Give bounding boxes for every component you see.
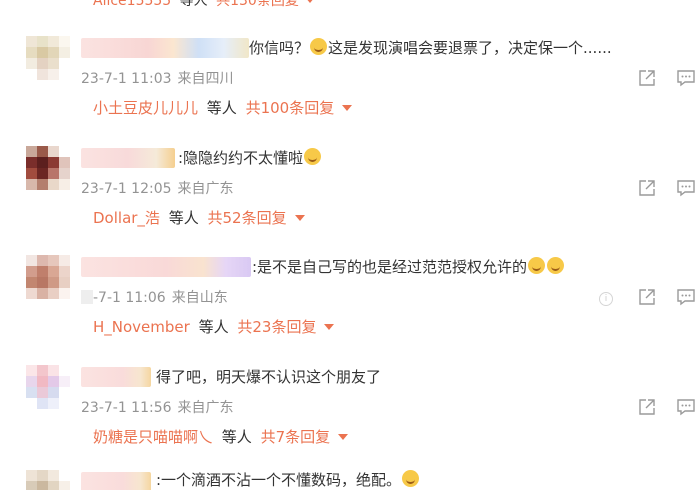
reply-summary[interactable]: 小土豆皮儿儿儿 等人 共100条回复 — [93, 97, 353, 119]
share-icon[interactable] — [637, 397, 657, 417]
username-blurred[interactable] — [81, 148, 175, 168]
comment-text-main: 这是发现演唱会要退票了，决定保一个...... — [328, 39, 612, 57]
avatar[interactable] — [26, 36, 70, 80]
comment-text: :一个滴酒不沾一个不懂数码，绝配。 — [156, 468, 420, 490]
comment-icon[interactable] — [676, 68, 696, 88]
comment-meta: 23-7-1 11:03 来自四川 — [81, 68, 234, 88]
comment-location: 来自广东 — [177, 400, 234, 416]
reply-suffix: 等人 — [168, 209, 199, 227]
comment-date: 23-7-1 11:56 — [81, 400, 172, 416]
username-blurred[interactable] — [81, 38, 249, 58]
chevron-down-icon[interactable] — [324, 324, 335, 330]
comment-icon[interactable] — [676, 178, 696, 198]
smile-emoji-icon — [310, 38, 328, 55]
smile-emoji-icon — [402, 470, 420, 487]
reply-suffix: 等人 — [198, 318, 229, 336]
chevron-down-icon[interactable] — [294, 215, 305, 221]
chevron-down-icon[interactable] — [342, 105, 353, 111]
reply-count-link[interactable]: 共23条回复 — [237, 318, 316, 336]
comment-meta: -7-1 11:06 来自山东 — [81, 287, 228, 307]
smile-emoji-icon — [547, 257, 565, 274]
chevron-down-icon[interactable] — [304, 0, 315, 3]
chevron-down-icon[interactable] — [338, 434, 349, 440]
date-blur — [81, 290, 93, 304]
comment-text-main: :一个滴酒不沾一个不懂数码，绝配。 — [156, 471, 402, 489]
reply-summary[interactable]: 奶糖是只喵喵啊乀 等人 共7条回复 — [93, 426, 349, 448]
comment-item: :是不是自己写的也是经过范范授权允许的 -7-1 11:06 来自山东 i H_N… — [0, 249, 700, 359]
comment-location: 来自四川 — [177, 71, 234, 87]
avatar[interactable] — [26, 255, 70, 299]
avatar[interactable] — [26, 470, 70, 490]
comment-text-prefix: 你信吗？ — [249, 39, 310, 57]
reply-suffix: 等人 — [206, 99, 237, 117]
username-blurred[interactable] — [81, 472, 151, 490]
comment-meta: 23-7-1 11:56 来自广东 — [81, 397, 234, 417]
reply-count-link[interactable]: 共100条回复 — [246, 99, 335, 117]
reply-user-link[interactable]: Alice15555 — [93, 0, 171, 9]
smile-emoji-icon — [304, 148, 322, 165]
comment-list: Alice15555 等人 共130条回复 你信吗？ 这是发现演唱会要退票了，决定… — [0, 0, 700, 490]
comment-item: :一个滴酒不沾一个不懂数码，绝配。 — [0, 466, 700, 490]
comment-text: 你信吗？ 这是发现演唱会要退票了，决定保一个...... — [249, 36, 612, 60]
comment-text: 得了吧，明天爆不认识这个朋友了 — [156, 365, 381, 389]
comment-text: :隐隐约约不太懂啦 — [178, 146, 322, 170]
reply-count-link[interactable]: 共130条回复 — [216, 0, 299, 9]
comment-text: :是不是自己写的也是经过范范授权允许的 — [252, 255, 565, 279]
reply-suffix: 等人 — [179, 0, 208, 9]
avatar[interactable] — [26, 146, 70, 190]
share-icon[interactable] — [637, 68, 657, 88]
share-icon[interactable] — [637, 178, 657, 198]
comment-location: 来自山东 — [171, 290, 228, 306]
comment-icon[interactable] — [676, 397, 696, 417]
comment-icon[interactable] — [676, 287, 696, 307]
share-icon[interactable] — [637, 287, 657, 307]
reply-count-link[interactable]: 共7条回复 — [261, 428, 331, 446]
comment-date: -7-1 11:06 — [93, 290, 166, 306]
comment-item: 得了吧，明天爆不认识这个朋友了 23-7-1 11:56 来自广东 奶糖是只喵喵啊… — [0, 359, 700, 469]
info-icon[interactable]: i — [599, 292, 613, 306]
comment-text-main: :隐隐约约不太懂啦 — [178, 149, 304, 167]
comment-item: 你信吗？ 这是发现演唱会要退票了，决定保一个...... 23-7-1 11:03… — [0, 30, 700, 140]
reply-summary[interactable]: H_November 等人 共23条回复 — [93, 316, 335, 338]
reply-user-link[interactable]: H_November — [93, 318, 190, 336]
username-blurred[interactable] — [81, 367, 151, 387]
reply-summary[interactable]: Alice15555 等人 共130条回复 — [93, 0, 315, 12]
reply-user-link[interactable]: Dollar_浩 — [93, 209, 160, 227]
smile-emoji-icon — [528, 257, 546, 274]
username-blurred[interactable] — [81, 257, 251, 277]
reply-suffix: 等人 — [221, 428, 252, 446]
reply-user-link[interactable]: 奶糖是只喵喵啊乀 — [93, 428, 213, 446]
reply-summary[interactable]: Dollar_浩 等人 共52条回复 — [93, 207, 305, 229]
comment-text-main: 得了吧，明天爆不认识这个朋友了 — [156, 368, 382, 386]
comment-text-main: :是不是自己写的也是经过范范授权允许的 — [252, 258, 528, 276]
comment-date: 23-7-1 12:05 — [81, 181, 172, 197]
comment-item: :隐隐约约不太懂啦 23-7-1 12:05 来自广东 Dollar_浩 等人 共… — [0, 140, 700, 250]
comment-location: 来自广东 — [177, 181, 234, 197]
avatar[interactable] — [26, 365, 70, 409]
comment-meta: 23-7-1 12:05 来自广东 — [81, 178, 234, 198]
comment-date: 23-7-1 11:03 — [81, 71, 172, 87]
reply-user-link[interactable]: 小土豆皮儿儿儿 — [93, 99, 198, 117]
reply-count-link[interactable]: 共52条回复 — [208, 209, 287, 227]
